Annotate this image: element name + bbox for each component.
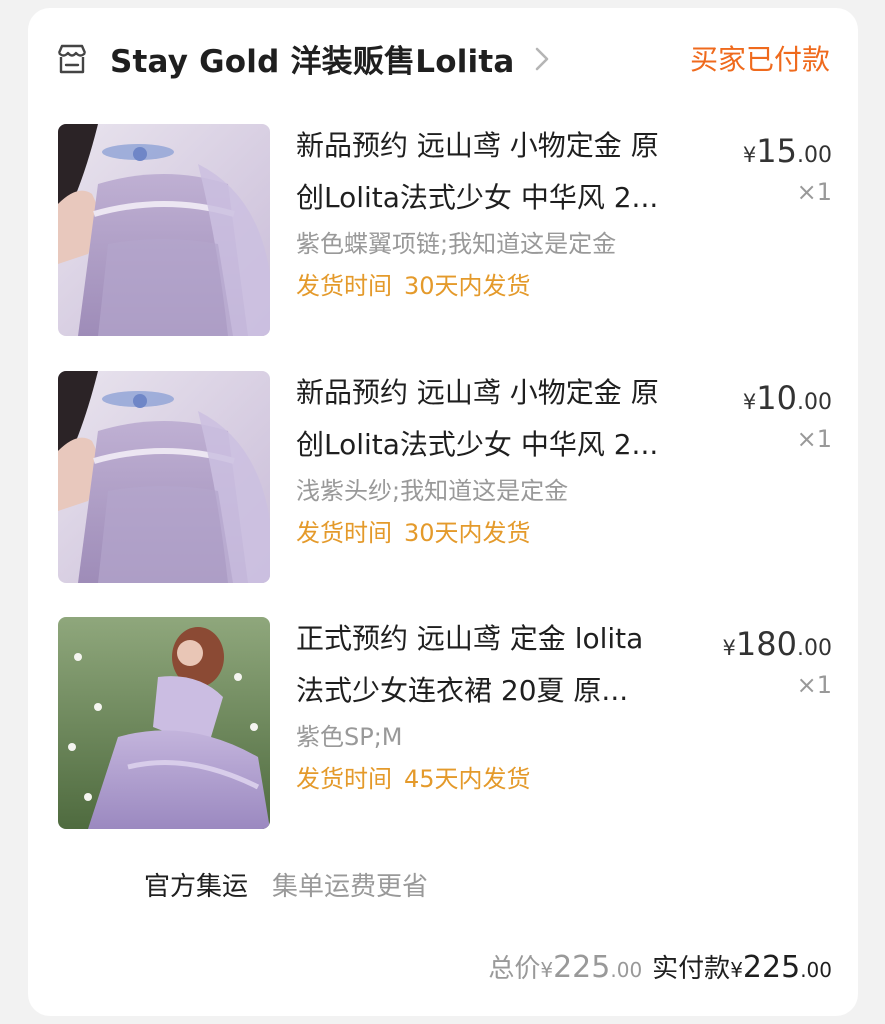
product-sku: 浅紫头纱;我知道这是定金: [296, 477, 569, 505]
consolidation-label: 官方集运: [144, 872, 249, 902]
paid-label: 实付款: [652, 954, 731, 984]
consolidated-shipping[interactable]: 官方集运 集单运费更省: [144, 866, 428, 903]
product-sku: 紫色SP;M: [296, 723, 403, 751]
shop-header[interactable]: Stay Gold 洋装贩售Lolita 买家已付款: [28, 8, 858, 108]
item-price: ¥10.00: [742, 379, 832, 417]
product-image[interactable]: [58, 371, 270, 583]
product-title[interactable]: 正式预约 远山鸢 定金 lolita 法式少女连衣裙 20夏 原...: [296, 613, 716, 717]
item-quantity: ×1: [796, 671, 832, 699]
order-item[interactable]: 新品预约 远山鸢 小物定金 原 创Lolita法式少女 中华风 2... 浅紫头…: [28, 367, 858, 607]
item-price: ¥180.00: [722, 625, 832, 663]
product-photo: [58, 124, 270, 336]
item-quantity: ×1: [796, 178, 832, 206]
item-quantity: ×1: [796, 425, 832, 453]
item-price: ¥15.00: [742, 132, 832, 170]
product-image[interactable]: [58, 124, 270, 336]
order-item[interactable]: 正式预约 远山鸢 定金 lolita 法式少女连衣裙 20夏 原... 紫色SP…: [28, 613, 858, 853]
shipping-time: 发货时间 30天内发货: [296, 519, 531, 547]
total-label: 总价: [488, 954, 541, 984]
shipping-time: 发货时间 45天内发货: [296, 765, 531, 793]
consolidation-description: 集单运费更省: [272, 872, 429, 902]
product-title[interactable]: 新品预约 远山鸢 小物定金 原 创Lolita法式少女 中华风 2...: [296, 120, 716, 224]
order-card: Stay Gold 洋装贩售Lolita 买家已付款 新品预约 远山鸢 小物定金…: [28, 8, 858, 1016]
product-sku: 紫色蝶翼项链;我知道这是定金: [296, 230, 617, 258]
total-amount: 225: [553, 950, 611, 985]
shipping-time: 发货时间 30天内发货: [296, 272, 531, 300]
order-item[interactable]: 新品预约 远山鸢 小物定金 原 创Lolita法式少女 中华风 2... 紫色蝶…: [28, 120, 858, 360]
shop-name[interactable]: Stay Gold 洋装贩售Lolita: [110, 36, 515, 81]
order-total: 总价¥225.00 实付款¥225.00: [488, 950, 832, 985]
shop-icon: [57, 44, 87, 74]
product-image[interactable]: [58, 617, 270, 829]
paid-amount: 225: [742, 950, 801, 985]
product-title[interactable]: 新品预约 远山鸢 小物定金 原 创Lolita法式少女 中华风 2...: [296, 367, 716, 471]
order-status: 买家已付款: [689, 43, 830, 76]
product-photo: [58, 617, 270, 829]
chevron-right-icon: [535, 47, 549, 71]
product-photo: [58, 371, 270, 583]
